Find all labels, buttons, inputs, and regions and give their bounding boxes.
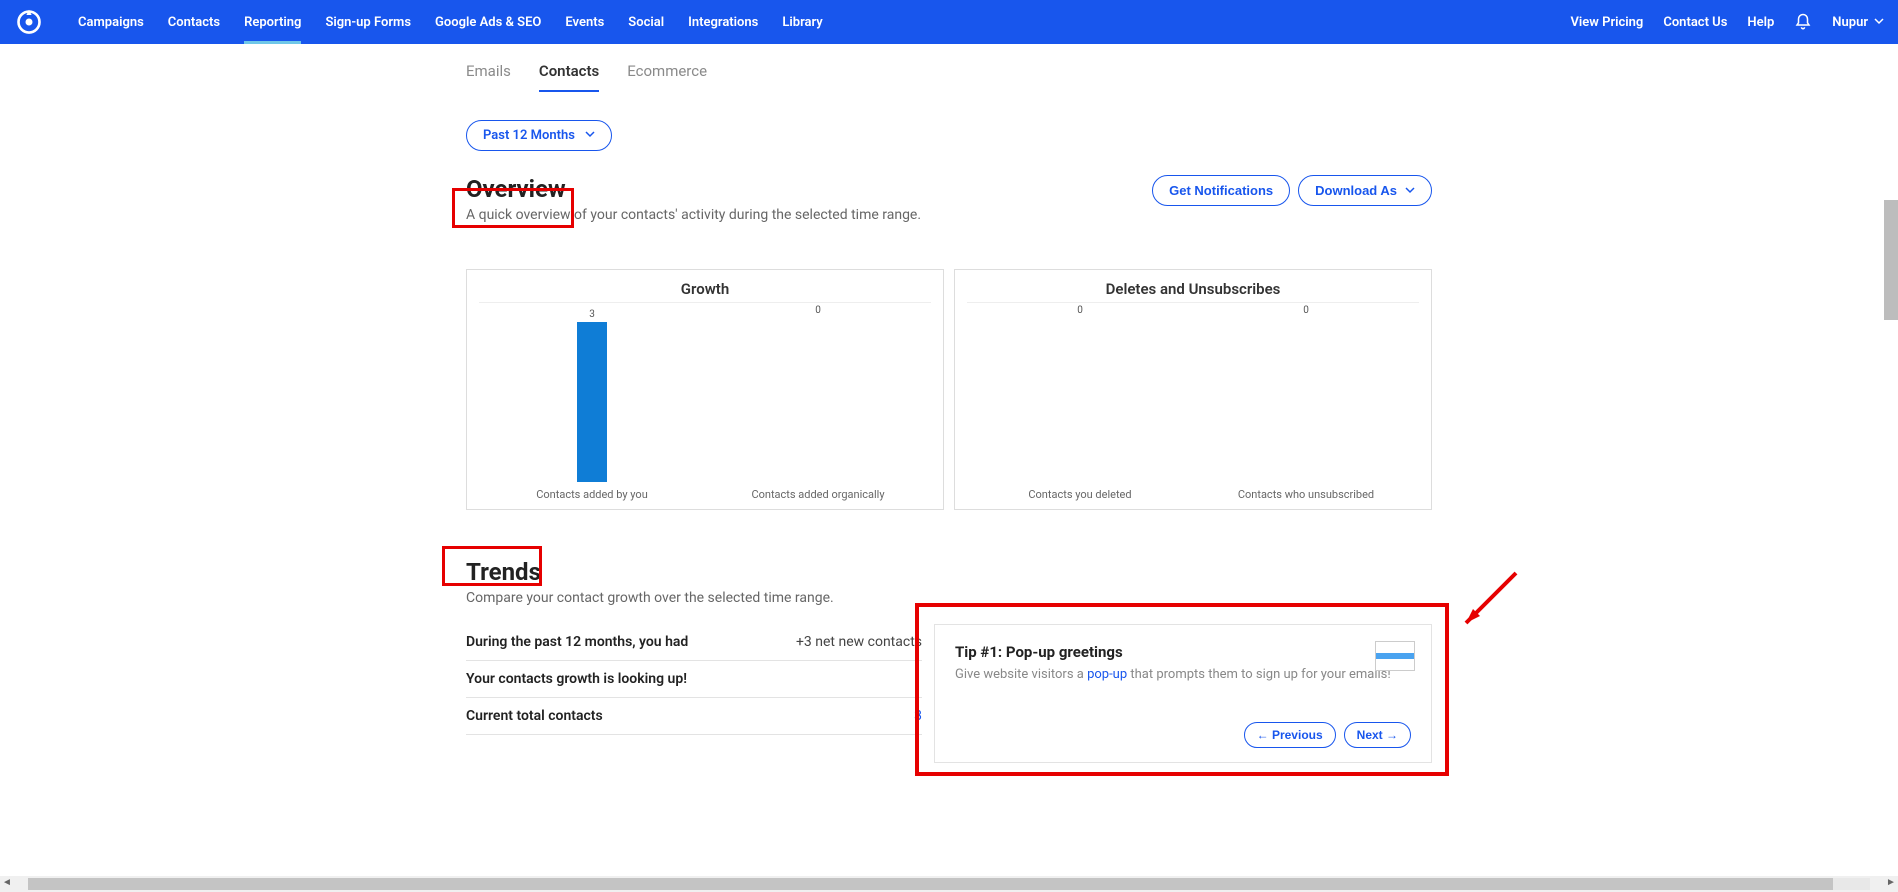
chart-category-label: Contacts you deleted: [967, 488, 1193, 501]
chart-category-label: Contacts added organically: [705, 488, 931, 501]
tip-body-prefix: Give website visitors a: [955, 667, 1087, 682]
trend-label: During the past 12 months, you had: [466, 634, 688, 650]
chevron-down-icon: [585, 128, 595, 143]
nav-reporting[interactable]: Reporting: [232, 0, 313, 44]
nav-events[interactable]: Events: [553, 0, 616, 44]
nav-contacts[interactable]: Contacts: [156, 0, 232, 44]
bar-value-label: 0: [815, 305, 821, 316]
horizontal-scrollbar[interactable]: ◄ ►: [0, 876, 1898, 892]
nav-campaigns[interactable]: Campaigns: [66, 0, 156, 44]
trends-title: Trends: [466, 558, 1432, 586]
trend-value-link[interactable]: 3: [914, 708, 922, 724]
trend-row: During the past 12 months, you had +3 ne…: [466, 624, 922, 661]
tab-emails[interactable]: Emails: [466, 62, 511, 92]
tip-card: Tip #1: Pop-up greetings Give website vi…: [934, 624, 1432, 763]
trend-label: Your contacts growth is looking up!: [466, 671, 687, 687]
tip-thumbnail-icon: [1375, 641, 1415, 671]
chart-categories: Contacts added by youContacts added orga…: [479, 482, 931, 501]
trend-value: +3 net new contacts: [796, 634, 922, 650]
chart-bar-column: 0: [967, 303, 1193, 482]
trends-subtitle: Compare your contact growth over the sel…: [466, 590, 1432, 606]
chevron-down-icon: [1874, 15, 1884, 30]
deletes-unsubscribes-chart: Deletes and Unsubscribes 00 Contacts you…: [954, 269, 1432, 510]
tip-popup-link[interactable]: pop-up: [1087, 667, 1127, 682]
scroll-right-arrow-icon[interactable]: ►: [1884, 877, 1898, 891]
charts-row: Growth 30 Contacts added by youContacts …: [466, 269, 1432, 510]
download-as-label: Download As: [1315, 183, 1397, 198]
tab-ecommerce[interactable]: Ecommerce: [627, 62, 707, 92]
user-name: Nupur: [1832, 15, 1868, 30]
chart-title: Growth: [479, 280, 931, 298]
notifications-bell-icon[interactable]: [1794, 13, 1812, 31]
bar-value-label: 0: [1303, 305, 1309, 316]
overview-subtitle: A quick overview of your contacts' activ…: [466, 207, 921, 223]
chart-body: 00: [967, 302, 1419, 482]
nav-google-ads-seo[interactable]: Google Ads & SEO: [423, 0, 553, 44]
chart-bar: [577, 322, 607, 482]
date-range-dropdown[interactable]: Past 12 Months: [466, 120, 612, 151]
tab-contacts[interactable]: Contacts: [539, 62, 599, 92]
view-pricing-link[interactable]: View Pricing: [1570, 15, 1643, 30]
growth-chart: Growth 30 Contacts added by youContacts …: [466, 269, 944, 510]
trends-stats: During the past 12 months, you had +3 ne…: [466, 624, 922, 763]
overview-header: Overview A quick overview of your contac…: [466, 175, 1432, 223]
sub-tabs: Emails Contacts Ecommerce: [466, 44, 1432, 92]
chart-bar-column: 0: [1193, 303, 1419, 482]
chart-category-label: Contacts who unsubscribed: [1193, 488, 1419, 501]
nav-library[interactable]: Library: [770, 0, 834, 44]
chevron-down-icon: [1405, 183, 1415, 198]
main-content: Emails Contacts Ecommerce Past 12 Months…: [466, 44, 1432, 803]
get-notifications-button[interactable]: Get Notifications: [1152, 175, 1290, 206]
chart-title: Deletes and Unsubscribes: [967, 280, 1419, 298]
trend-row: Current total contacts 3: [466, 698, 922, 735]
help-link[interactable]: Help: [1747, 15, 1774, 30]
annotation-highlight-tip: [915, 603, 1449, 776]
chart-category-label: Contacts added by you: [479, 488, 705, 501]
trend-label: Current total contacts: [466, 708, 603, 724]
chart-bar-column: 3: [479, 303, 705, 482]
top-nav: Campaigns Contacts Reporting Sign-up For…: [0, 0, 1898, 44]
vertical-scrollbar[interactable]: [1884, 200, 1898, 320]
date-range-label: Past 12 Months: [483, 128, 575, 143]
scroll-thumb[interactable]: [28, 878, 1833, 890]
nav-integrations[interactable]: Integrations: [676, 0, 770, 44]
chart-categories: Contacts you deletedContacts who unsubsc…: [967, 482, 1419, 501]
scroll-track[interactable]: [28, 878, 1870, 890]
download-as-button[interactable]: Download As: [1298, 175, 1432, 206]
tip-body-suffix: that prompts them to sign up for your em…: [1127, 667, 1391, 682]
nav-social[interactable]: Social: [616, 0, 676, 44]
nav-right: View Pricing Contact Us Help Nupur: [1570, 13, 1884, 31]
tip-body: Give website visitors a pop-up that prom…: [955, 667, 1411, 682]
nav-left: Campaigns Contacts Reporting Sign-up For…: [66, 0, 835, 44]
app-logo[interactable]: [14, 7, 44, 37]
user-menu[interactable]: Nupur: [1832, 15, 1884, 30]
scroll-left-arrow-icon[interactable]: ◄: [0, 877, 14, 891]
trend-row: Your contacts growth is looking up!: [466, 661, 922, 698]
trends-section: Trends Compare your contact growth over …: [466, 558, 1432, 763]
bar-value-label: 0: [1077, 305, 1083, 316]
tip-previous-button[interactable]: ← Previous: [1244, 722, 1336, 748]
tip-next-button[interactable]: Next →: [1344, 722, 1411, 748]
chart-bar-column: 0: [705, 303, 931, 482]
annotation-arrow-icon: [1456, 568, 1526, 638]
nav-signup-forms[interactable]: Sign-up Forms: [313, 0, 423, 44]
tip-title: Tip #1: Pop-up greetings: [955, 643, 1411, 661]
bar-value-label: 3: [589, 309, 595, 320]
overview-title: Overview: [466, 175, 921, 203]
contact-us-link[interactable]: Contact Us: [1663, 15, 1727, 30]
chart-body: 30: [479, 302, 931, 482]
